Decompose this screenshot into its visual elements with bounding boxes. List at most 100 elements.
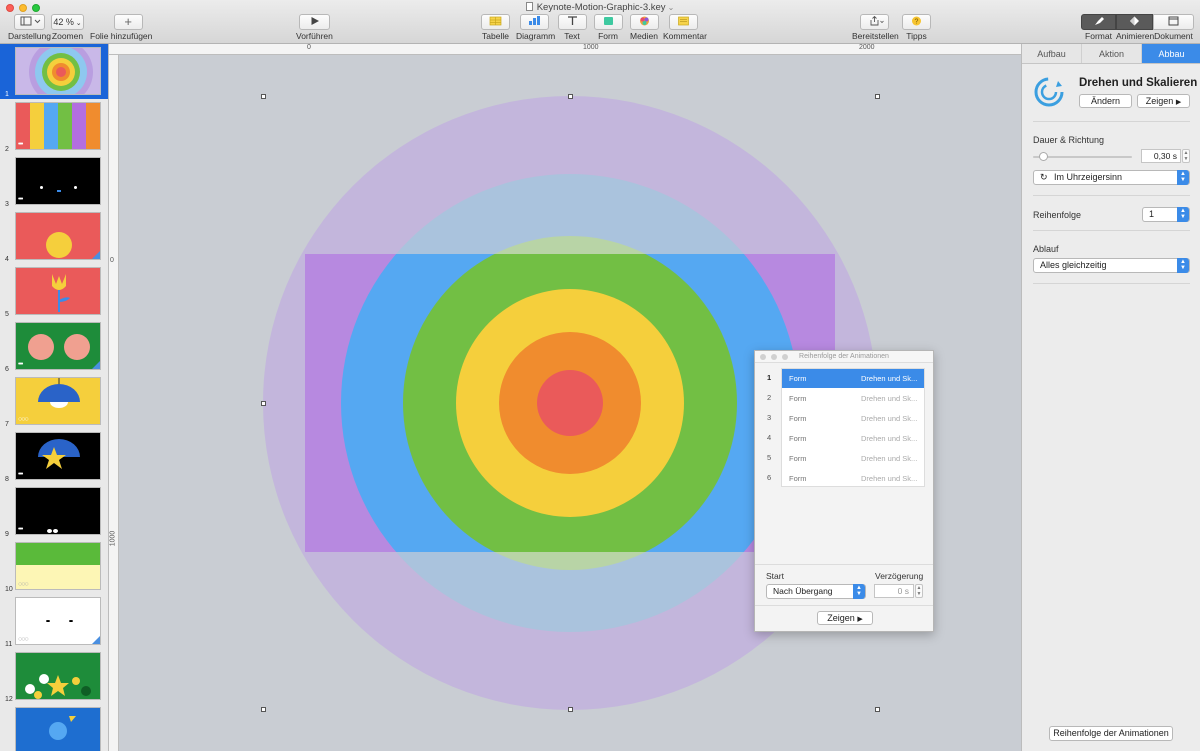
animation-order-row[interactable]: Form Drehen und Sk...	[782, 369, 924, 388]
order-popup[interactable]: 1 ▲ ▼	[1142, 207, 1190, 222]
slide-thumbnail-6[interactable]: ••• 6	[0, 319, 108, 374]
chevron-down-icon: ⌄	[667, 3, 675, 12]
resize-handle-top-left[interactable]	[261, 94, 266, 99]
window-title[interactable]: Keynote-Motion-Graphic-3.key ⌄	[0, 2, 1200, 13]
slide-number: 1	[5, 91, 9, 98]
slide-number: 7	[5, 421, 9, 428]
plus-icon: +	[124, 14, 132, 29]
build-indicator: •••	[18, 141, 23, 148]
slide-thumbnail-2[interactable]: ••• 2	[0, 99, 108, 154]
divider	[1033, 230, 1190, 231]
tab-build-in[interactable]: Aufbau	[1022, 44, 1082, 63]
delay-field[interactable]: 0 s	[874, 584, 914, 598]
animation-order-button[interactable]: Reihenfolge der Animationen	[1049, 726, 1173, 741]
horizontal-ruler: 0 1000 2000	[109, 44, 1021, 55]
animation-order-row[interactable]: Form Drehen und Sk...	[782, 429, 924, 448]
comment-button[interactable]: Kommentar	[663, 14, 707, 41]
order-number: 2	[767, 393, 772, 402]
divider	[1033, 195, 1190, 196]
animation-order-window[interactable]: Reihenfolge der Animationen 1 2 3 4 5 6 …	[754, 350, 934, 632]
delay-stepper[interactable]: ▲ ▼	[915, 584, 923, 598]
chart-button[interactable]: Diagramm	[516, 14, 555, 41]
document-panel-icon	[1168, 16, 1179, 26]
duration-field[interactable]: 0,30 s	[1141, 149, 1181, 163]
start-popup[interactable]: Nach Übergang ▲ ▼	[766, 584, 866, 599]
tips-button[interactable]: ? Tipps	[901, 14, 932, 41]
play-button[interactable]: Vorführen	[296, 14, 333, 41]
text-icon	[567, 16, 577, 25]
ruler-tick: 1000	[109, 530, 117, 547]
delay-label: Verzögerung	[875, 571, 924, 581]
slide-thumbnail-9[interactable]: ••• 9	[0, 484, 108, 539]
resize-handle-top-right[interactable]	[875, 94, 880, 99]
change-effect-button[interactable]: Ändern	[1079, 94, 1132, 108]
row-effect: Drehen und Sk...	[861, 394, 918, 403]
resize-handle-left[interactable]	[261, 401, 266, 406]
ruler-tick: 2000	[859, 44, 875, 51]
resize-handle-bottom-left[interactable]	[261, 707, 266, 712]
paintbrush-icon	[1095, 17, 1104, 25]
direction-value: Im Uhrzeigersinn	[1054, 172, 1123, 182]
divider	[1033, 283, 1190, 284]
slide-thumbnail-7[interactable]: ○○○ 7	[0, 374, 108, 429]
tab-action[interactable]: Aktion	[1082, 44, 1142, 63]
slide-number: 5	[5, 311, 9, 318]
zoom-window-button[interactable]	[782, 354, 788, 360]
slide-thumbnail-3[interactable]: ••• 3	[0, 154, 108, 209]
resize-handle-bottom-right[interactable]	[875, 707, 880, 712]
slide-preview	[15, 652, 101, 700]
table-label: Tabelle	[482, 31, 509, 41]
table-button[interactable]: Tabelle	[480, 14, 511, 41]
tab-build-out[interactable]: Abbau	[1142, 44, 1200, 63]
slide-thumbnail-4[interactable]: 4	[0, 209, 108, 264]
slide-navigator[interactable]: 1 ••• 2 ••• 3 4 5 ••• 6 ○○○ 7 ••• 8 ••• …	[0, 44, 109, 751]
animation-order-row[interactable]: Form Drehen und Sk...	[782, 389, 924, 408]
share-button[interactable]: Bereitstellen	[852, 14, 899, 41]
slide-thumbnail-10[interactable]: ○○○ 10	[0, 539, 108, 594]
resize-handle-top[interactable]	[568, 94, 573, 99]
close-window-button[interactable]	[760, 354, 766, 360]
animation-order-titlebar[interactable]: Reihenfolge der Animationen	[755, 351, 933, 363]
media-button[interactable]: Medien	[629, 14, 659, 41]
animation-order-list[interactable]: Form Drehen und Sk... Form Drehen und Sk..…	[781, 368, 925, 487]
sequence-popup[interactable]: Alles gleichzeitig ▲ ▼	[1033, 258, 1190, 273]
zoom-label: Zoomen	[51, 31, 84, 41]
view-label: Darstellung	[8, 31, 51, 41]
animation-order-row[interactable]: Form Drehen und Sk...	[782, 449, 924, 468]
direction-popup[interactable]: ↻ Im Uhrzeigersinn ▲ ▼	[1033, 170, 1190, 185]
view-menu[interactable]: Darstellung	[8, 14, 51, 41]
format-button[interactable]: Format	[1081, 14, 1116, 41]
media-label: Medien	[630, 31, 658, 41]
build-indicator: •••	[18, 526, 23, 533]
add-slide-button[interactable]: + Folie hinzufügen	[90, 14, 152, 41]
order-number: 5	[767, 453, 772, 462]
preview-button[interactable]: Zeigen ▶	[817, 611, 873, 625]
slide-thumbnail-1[interactable]: 1	[0, 44, 108, 99]
divider	[755, 605, 933, 606]
document-button[interactable]: Dokument	[1153, 14, 1194, 41]
slide-thumbnail-8[interactable]: ••• 8	[0, 429, 108, 484]
animation-order-row[interactable]: Form Drehen und Sk...	[782, 409, 924, 428]
animate-button[interactable]: Animieren	[1116, 14, 1154, 41]
minimize-window-button[interactable]	[771, 354, 777, 360]
resize-handle-bottom[interactable]	[568, 707, 573, 712]
slide-thumbnail-13[interactable]: 13	[0, 704, 108, 751]
slide-thumbnail-5[interactable]: 5	[0, 264, 108, 319]
media-icon	[639, 16, 649, 26]
inspector-tabs: Aufbau Aktion Abbau	[1022, 44, 1200, 64]
zoom-menu[interactable]: 42 % ⌄ Zoomen	[51, 14, 84, 41]
duration-stepper[interactable]: ▲ ▼	[1182, 149, 1190, 163]
red-core[interactable]	[537, 370, 603, 436]
updown-arrows-icon: ▲ ▼	[1177, 207, 1189, 222]
play-icon: ▶	[857, 616, 863, 623]
duration-slider-thumb[interactable]	[1039, 152, 1048, 161]
slide-thumbnail-11[interactable]: ○○○ 11	[0, 594, 108, 649]
shape-button[interactable]: Form	[593, 14, 623, 41]
build-indicator: •••	[18, 196, 23, 203]
text-button[interactable]: Text	[557, 14, 587, 41]
animation-order-row[interactable]: Form Drehen und Sk...	[782, 469, 924, 488]
slide-number: 8	[5, 476, 9, 483]
updown-arrows-icon: ▲ ▼	[853, 584, 865, 599]
preview-effect-button[interactable]: Zeigen ▶	[1137, 94, 1190, 108]
slide-thumbnail-12[interactable]: 12	[0, 649, 108, 704]
